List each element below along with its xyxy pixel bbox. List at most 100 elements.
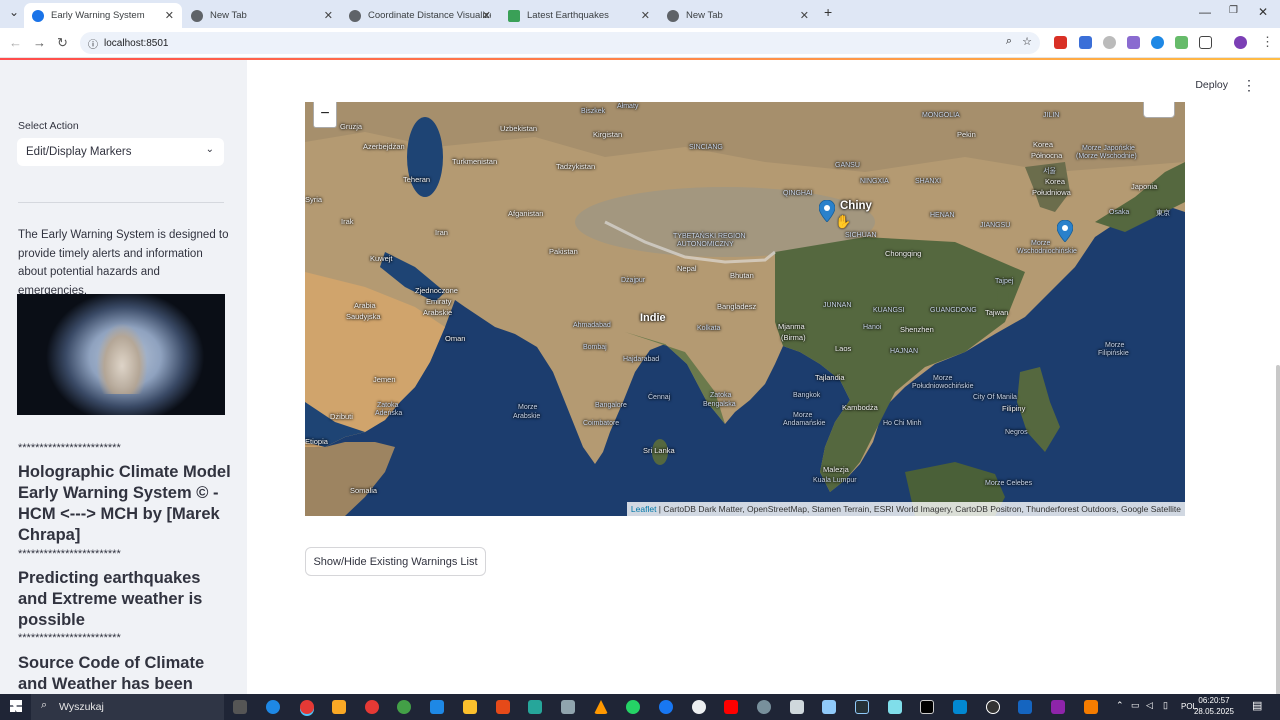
facebook-icon[interactable]	[659, 700, 673, 714]
map-label: Saudyjska	[346, 312, 381, 321]
scrollbar[interactable]	[1276, 365, 1280, 695]
app-icon[interactable]	[365, 700, 379, 714]
app-icon[interactable]	[953, 700, 967, 714]
close-icon[interactable]: ✕	[324, 9, 333, 22]
close-icon[interactable]: ✕	[641, 9, 650, 22]
select-action-dropdown[interactable]: Edit/Display Markers ⌄	[17, 138, 224, 166]
holographic-earth-image	[17, 294, 225, 415]
app-icon[interactable]	[528, 700, 542, 714]
taskbar-search-input[interactable]: ⌕ Wyszukaj	[31, 694, 224, 720]
app-icon[interactable]	[1084, 700, 1098, 714]
app-icon[interactable]	[888, 700, 902, 714]
map-label: Arabia	[354, 301, 376, 310]
zoom-icon[interactable]: ⌕	[1006, 35, 1012, 48]
chrome-icon[interactable]	[300, 700, 314, 714]
map-label: Ałmaty	[617, 103, 639, 110]
extensions-puzzle-icon[interactable]	[1199, 36, 1212, 49]
map-label: Bangkok	[793, 392, 821, 399]
volume-icon[interactable]: ◁	[1146, 700, 1153, 711]
bookmark-star-icon[interactable]: ☆	[1022, 35, 1032, 48]
tab-coordinate-distance-visualizer[interactable]: Coordinate Distance Visualizer ✕	[341, 3, 499, 28]
extension-shapes-icon[interactable]	[1127, 36, 1140, 49]
tab-latest-earthquakes[interactable]: Latest Earthquakes ✕	[500, 3, 658, 28]
tab-new-tab-1[interactable]: New Tab ✕	[183, 3, 341, 28]
edge-icon[interactable]	[266, 700, 280, 714]
hand-cursor-icon: ✋	[835, 214, 852, 229]
show-hide-warnings-button[interactable]: Show/Hide Existing Warnings List	[305, 547, 486, 576]
app-icon[interactable]	[561, 700, 575, 714]
app-icon[interactable]	[790, 700, 804, 714]
task-view-icon[interactable]	[233, 700, 247, 714]
close-icon[interactable]: ✕	[165, 9, 174, 22]
map-label: Somalia	[350, 486, 378, 495]
console-icon[interactable]	[920, 700, 934, 714]
map-label: Turkmenistan	[452, 157, 498, 166]
restore-icon[interactable]: ❐	[1229, 5, 1238, 16]
map-attribution: Leaflet | CartoDB Dark Matter, OpenStree…	[626, 502, 1185, 516]
network-icon[interactable]: ▭	[1131, 700, 1140, 711]
map-marker-pin[interactable]	[1057, 220, 1073, 242]
app-icon[interactable]	[822, 700, 836, 714]
forward-icon[interactable]: →	[33, 35, 46, 50]
new-tab-button[interactable]: +	[824, 4, 832, 20]
map-label: JUNNAN	[823, 302, 852, 309]
zoom-out-button[interactable]: −	[313, 102, 337, 128]
extension-translate-icon[interactable]	[1079, 36, 1092, 49]
select-value: Edit/Display Markers	[26, 146, 132, 158]
map[interactable]: − Gruzja Uzbekistan Kirgistan Biszkek Ał…	[305, 102, 1185, 516]
earthquake-icon	[508, 9, 520, 22]
address-bar[interactable]: ⓘ localhost:8501 ⌕ ☆	[80, 32, 1040, 54]
tab-title: Early Warning System	[51, 10, 145, 21]
close-window-icon[interactable]: ✕	[1258, 5, 1268, 19]
map-label: Morze	[933, 375, 953, 382]
tray-chevron-icon[interactable]: ⌃	[1116, 700, 1124, 711]
app-icon[interactable]	[757, 700, 771, 714]
tab-early-warning-system[interactable]: Early Warning System ✕	[24, 3, 182, 28]
notification-icon[interactable]: ▤	[1252, 699, 1262, 712]
tab-new-tab-2[interactable]: New Tab ✕	[659, 3, 817, 28]
terminal-icon[interactable]	[855, 700, 869, 714]
map-label: GUANGDONG	[930, 307, 977, 314]
map-label: Morze Japońskie	[1082, 145, 1135, 152]
map-marker-pin[interactable]	[819, 200, 835, 222]
extension-history-icon[interactable]	[1103, 36, 1116, 49]
tab-search-icon[interactable]: ⌄	[9, 5, 19, 19]
folder-icon[interactable]	[463, 700, 477, 714]
map-label: Nepal	[677, 264, 697, 273]
browser-tab-strip: ⌄ Early Warning System ✕ New Tab ✕ Coord…	[0, 0, 1280, 28]
app-icon[interactable]	[1051, 700, 1065, 714]
minimize-icon[interactable]: —	[1199, 5, 1211, 19]
map-label: Arabskie	[423, 308, 453, 317]
map-label: Bombaj	[583, 344, 607, 351]
browser-menu-icon[interactable]: ⋮	[1261, 34, 1274, 50]
extension-news-icon[interactable]	[1054, 36, 1067, 49]
main-menu-icon[interactable]: ⋮	[1242, 77, 1256, 94]
leaflet-link[interactable]: Leaflet	[631, 504, 657, 514]
deploy-button[interactable]: Deploy	[1195, 79, 1228, 91]
app-icon[interactable]	[397, 700, 411, 714]
calculator-icon[interactable]	[430, 700, 444, 714]
taskbar-clock[interactable]: 06:20:57 28.05.2025	[1194, 695, 1234, 717]
close-icon[interactable]: ✕	[482, 9, 491, 22]
back-icon[interactable]: ←	[9, 35, 22, 50]
profile-avatar[interactable]	[1234, 36, 1247, 49]
layers-control-icon[interactable]	[1143, 102, 1175, 118]
app-icon[interactable]	[692, 700, 706, 714]
extension-vpn-icon[interactable]	[1151, 36, 1164, 49]
reload-icon[interactable]: ↻	[57, 35, 68, 51]
globe-icon	[191, 9, 203, 22]
github-icon[interactable]	[986, 700, 1000, 714]
battery-icon[interactable]: ▯	[1163, 700, 1168, 711]
site-info-icon[interactable]: ⓘ	[88, 36, 98, 51]
map-label: Etiopia	[305, 437, 328, 446]
close-icon[interactable]: ✕	[800, 9, 809, 22]
youtube-icon[interactable]	[724, 700, 738, 714]
windows-start-icon[interactable]	[10, 700, 22, 712]
map-label: Syria	[305, 195, 323, 204]
whatsapp-icon[interactable]	[626, 700, 640, 714]
file-explorer-icon[interactable]	[332, 700, 346, 714]
vlc-icon[interactable]	[594, 700, 608, 714]
app-icon[interactable]	[496, 700, 510, 714]
extension-green-icon[interactable]	[1175, 36, 1188, 49]
app-icon[interactable]	[1018, 700, 1032, 714]
